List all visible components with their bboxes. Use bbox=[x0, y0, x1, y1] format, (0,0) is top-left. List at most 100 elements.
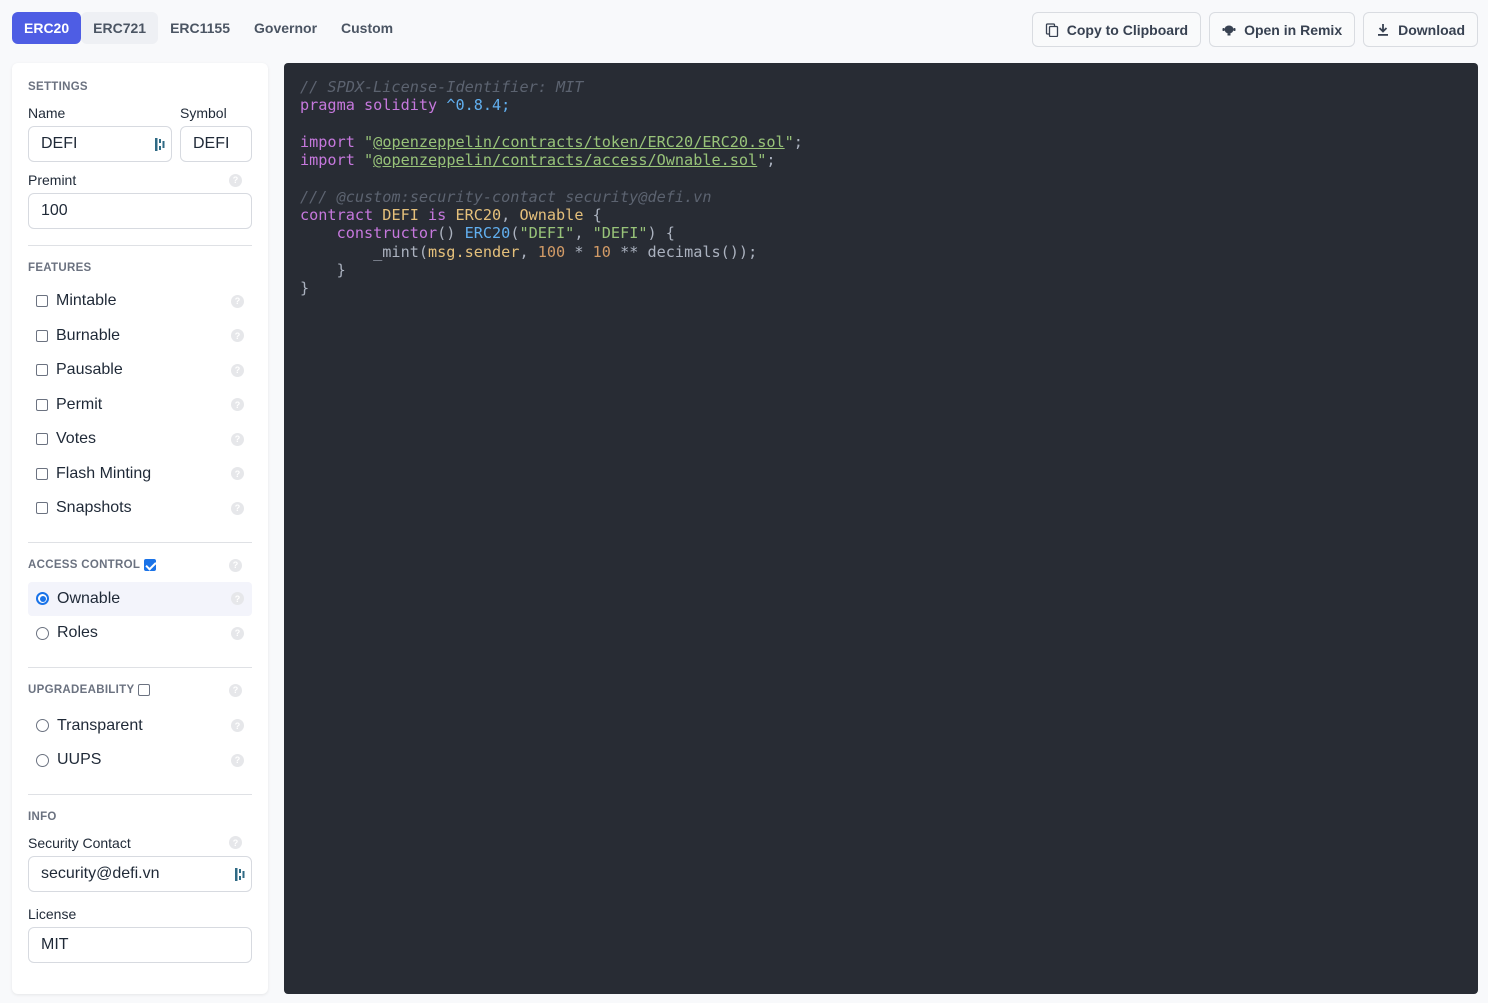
access-control-title: Access Control bbox=[28, 559, 141, 571]
upgrade-uups-option[interactable]: UUPS? bbox=[28, 743, 252, 778]
code-token: } bbox=[300, 260, 346, 279]
open-in-remix-button[interactable]: Open in Remix bbox=[1209, 12, 1356, 47]
tab-governor[interactable]: Governor bbox=[242, 12, 329, 44]
feature-mintable[interactable]: Mintable? bbox=[28, 284, 252, 319]
code-token: pragma solidity bbox=[300, 96, 447, 115]
feature-label: Snapshots bbox=[56, 499, 132, 517]
tab-custom[interactable]: Custom bbox=[329, 12, 405, 44]
import-path-link[interactable]: @openzeppelin/contracts/token/ERC20/ERC2… bbox=[373, 133, 784, 151]
feature-permit[interactable]: Permit? bbox=[28, 388, 252, 423]
help-icon[interactable]: ? bbox=[231, 398, 244, 412]
name-label: Name bbox=[28, 105, 66, 121]
symbol-input[interactable] bbox=[193, 135, 239, 153]
code-line: import "@openzeppelin/contracts/token/ER… bbox=[300, 133, 1462, 151]
feature-snapshots[interactable]: Snapshots? bbox=[28, 491, 252, 526]
premint-input[interactable] bbox=[41, 202, 239, 220]
help-icon[interactable]: ? bbox=[231, 626, 244, 640]
uups-radio[interactable] bbox=[36, 753, 49, 767]
help-icon[interactable]: ? bbox=[231, 363, 244, 377]
code-token: * bbox=[565, 242, 593, 261]
feature-flash-minting[interactable]: Flash Minting? bbox=[28, 457, 252, 492]
help-icon[interactable]: ? bbox=[229, 836, 242, 849]
password-manager-icon[interactable] bbox=[235, 867, 245, 881]
name-field[interactable] bbox=[28, 126, 172, 162]
code-token: , bbox=[519, 242, 538, 261]
name-input[interactable] bbox=[41, 135, 159, 153]
code-token: is bbox=[418, 206, 456, 225]
code-token: "DEFI" bbox=[592, 224, 648, 243]
access-ownable-option[interactable]: Ownable? bbox=[28, 581, 252, 616]
mintable-checkbox[interactable] bbox=[36, 295, 48, 308]
copy-to-clipboard-button[interactable]: Copy to Clipboard bbox=[1031, 12, 1202, 47]
permit-checkbox[interactable] bbox=[36, 398, 48, 411]
license-input[interactable] bbox=[41, 935, 239, 954]
code-line: import "@openzeppelin/contracts/access/O… bbox=[300, 151, 1462, 169]
upgradeability-title: Upgradeability bbox=[28, 684, 135, 696]
flash-minting-checkbox[interactable] bbox=[36, 467, 48, 480]
code-token: " bbox=[784, 132, 794, 151]
code-token: _mint( bbox=[300, 242, 429, 261]
security-contact-field[interactable] bbox=[28, 855, 252, 892]
symbol-label: Symbol bbox=[180, 105, 227, 121]
tab-erc721[interactable]: ERC721 bbox=[81, 12, 159, 44]
help-icon[interactable]: ? bbox=[229, 558, 242, 572]
feature-votes[interactable]: Votes? bbox=[28, 422, 252, 457]
code-token: msg.sender bbox=[428, 242, 520, 261]
upgrade-transparent-option[interactable]: Transparent? bbox=[28, 709, 252, 744]
feature-label: Permit bbox=[56, 395, 103, 413]
roles-radio[interactable] bbox=[36, 626, 49, 640]
code-token: Ownable bbox=[519, 206, 584, 225]
divider bbox=[28, 541, 252, 543]
code-editor[interactable]: // SPDX-License-Identifier: MIT pragma so… bbox=[284, 63, 1478, 994]
symbol-field[interactable] bbox=[180, 126, 252, 162]
help-icon[interactable]: ? bbox=[231, 753, 244, 767]
code-token: constructor bbox=[300, 224, 438, 243]
info-heading: Info bbox=[28, 810, 57, 823]
code-token: 10 bbox=[592, 242, 611, 261]
import-path-link[interactable]: @openzeppelin/contracts/access/Ownable.s… bbox=[373, 151, 757, 169]
code-token: import bbox=[300, 151, 365, 170]
code-token: () bbox=[437, 224, 465, 243]
password-manager-icon[interactable] bbox=[155, 138, 165, 151]
ownable-radio[interactable] bbox=[36, 592, 49, 606]
help-icon[interactable]: ? bbox=[229, 173, 242, 187]
transparent-radio[interactable] bbox=[36, 719, 49, 733]
pausable-checkbox[interactable] bbox=[36, 364, 48, 377]
upgradeability-checkbox[interactable] bbox=[138, 684, 151, 696]
option-label: Roles bbox=[57, 624, 98, 642]
snapshots-checkbox[interactable] bbox=[36, 502, 48, 515]
code-token: " bbox=[364, 132, 374, 151]
help-icon[interactable]: ? bbox=[231, 501, 244, 515]
feature-pausable[interactable]: Pausable? bbox=[28, 353, 252, 388]
contract-type-tabs: ERC20 ERC721 ERC1155 Governor Custom bbox=[12, 12, 405, 44]
download-button[interactable]: Download bbox=[1363, 12, 1478, 47]
feature-burnable[interactable]: Burnable? bbox=[28, 319, 252, 354]
feature-label: Votes bbox=[56, 430, 97, 448]
tab-erc1155[interactable]: ERC1155 bbox=[158, 12, 242, 44]
code-line: pragma solidity ^0.8.4; bbox=[300, 96, 1462, 114]
option-label: Transparent bbox=[57, 716, 143, 734]
access-control-checkbox[interactable] bbox=[144, 559, 157, 571]
tab-erc20[interactable]: ERC20 bbox=[12, 12, 82, 44]
code-token: contract bbox=[300, 206, 383, 225]
copy-label: Copy to Clipboard bbox=[1066, 21, 1189, 38]
help-icon[interactable]: ? bbox=[231, 719, 244, 733]
code-token: ** decimals()); bbox=[610, 242, 758, 261]
code-line: /// @custom:security-contact security@de… bbox=[300, 188, 1462, 206]
premint-field[interactable] bbox=[28, 193, 252, 229]
access-roles-option[interactable]: Roles? bbox=[28, 616, 252, 651]
license-field[interactable] bbox=[28, 926, 252, 963]
help-icon[interactable]: ? bbox=[229, 683, 242, 697]
help-icon[interactable]: ? bbox=[231, 467, 244, 481]
burnable-checkbox[interactable] bbox=[36, 329, 48, 342]
code-token: ERC20 bbox=[455, 206, 502, 225]
votes-checkbox[interactable] bbox=[36, 433, 48, 446]
help-icon[interactable]: ? bbox=[231, 432, 244, 446]
security-contact-label: Security Contact bbox=[28, 834, 131, 851]
help-icon[interactable]: ? bbox=[231, 592, 244, 606]
help-icon[interactable]: ? bbox=[231, 329, 244, 343]
code-token: /// @custom:security-contact security@de… bbox=[300, 187, 712, 206]
security-contact-input[interactable] bbox=[41, 864, 239, 883]
help-icon[interactable]: ? bbox=[231, 294, 244, 308]
